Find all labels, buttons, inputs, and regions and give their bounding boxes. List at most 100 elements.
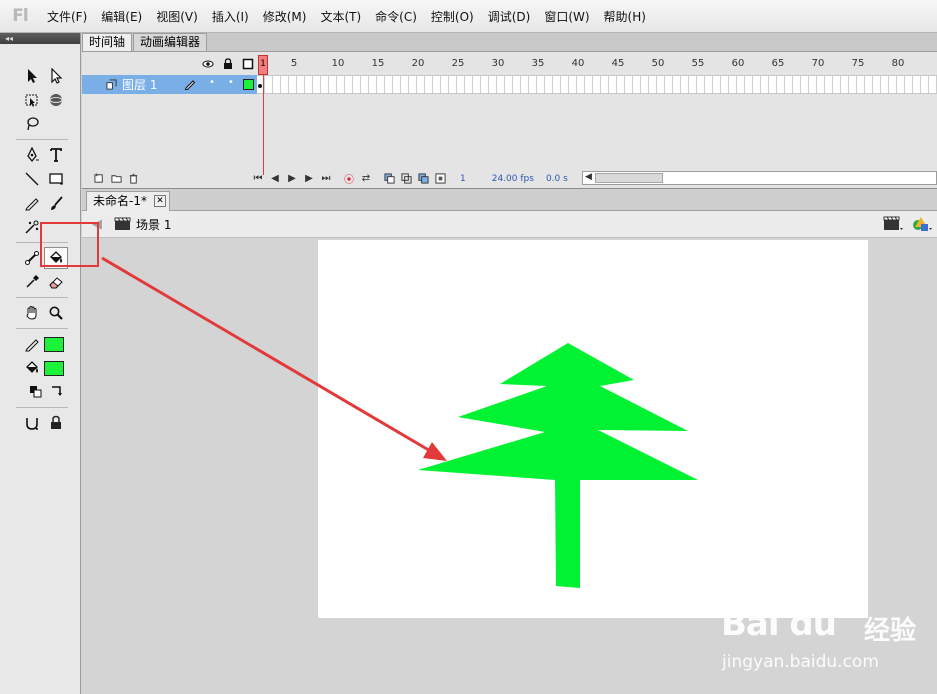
free-transform-tool-icon[interactable]	[20, 89, 44, 111]
tab-timeline[interactable]: 时间轴	[82, 33, 133, 51]
watermark-url: jingyan.baidu.com	[722, 652, 879, 672]
keyframe-marker[interactable]	[258, 84, 262, 88]
swap-colors-icon[interactable]	[48, 381, 64, 403]
ruler-number: 60	[731, 58, 745, 69]
tool-row-eyedropper-eraser	[0, 270, 80, 294]
stroke-color-swatch[interactable]	[44, 336, 64, 352]
elapsed-time: 0.0 s	[545, 173, 568, 184]
menu-commands[interactable]: 命令(C)	[368, 8, 424, 25]
layer-outline-color-icon[interactable]	[243, 79, 254, 90]
playhead[interactable]: 1	[258, 55, 268, 75]
pencil-tool-icon[interactable]	[20, 192, 44, 214]
onion-markers-icon[interactable]	[433, 172, 447, 186]
zoom-tool-icon[interactable]	[44, 302, 68, 324]
menu-debug[interactable]: 调试(D)	[481, 8, 538, 25]
menu-bar: Fl 文件(F) 编辑(E) 视图(V) 插入(I) 修改(M) 文本(T) 命…	[0, 0, 937, 33]
ruler-number: 25	[451, 58, 465, 69]
scene-name[interactable]: 场景 1	[136, 216, 171, 233]
step-back-icon[interactable]: ◀	[268, 172, 282, 186]
delete-layer-icon[interactable]	[126, 172, 140, 186]
menu-edit[interactable]: 编辑(E)	[94, 8, 149, 25]
stage-canvas[interactable]	[318, 240, 868, 618]
layer-buttons	[92, 172, 143, 186]
edit-bar: ◀ 场景 1	[82, 211, 937, 238]
hand-tool-icon[interactable]	[20, 302, 44, 324]
tool-row-hand-zoom	[0, 301, 80, 325]
eraser-tool-icon[interactable]	[44, 271, 68, 293]
ruler-number: 80	[891, 58, 905, 69]
tools-grip	[0, 44, 80, 64]
menu-text[interactable]: 文本(T)	[313, 8, 368, 25]
lock-fill-icon[interactable]	[44, 412, 68, 434]
tree-shape[interactable]	[418, 343, 698, 588]
ruler-number: 70	[811, 58, 825, 69]
layer-name[interactable]: 图层 1	[122, 76, 157, 93]
menu-view[interactable]: 视图(V)	[149, 8, 205, 25]
watermark-brand: 经验	[864, 616, 917, 646]
subselection-tool-icon[interactable]	[44, 65, 68, 87]
onion-skin-icon[interactable]	[382, 172, 396, 186]
3d-rotation-tool-icon[interactable]	[44, 89, 68, 111]
document-tab[interactable]: 未命名-1* ✕	[86, 191, 170, 211]
current-frame[interactable]: 1	[460, 174, 466, 184]
black-white-icon[interactable]	[24, 381, 48, 403]
timeline-scroll-thumb[interactable]	[595, 173, 663, 183]
eyedropper-tool-icon[interactable]	[20, 271, 44, 293]
unlocked-dot-icon[interactable]: •	[228, 77, 234, 88]
edit-bar-right	[883, 215, 933, 236]
layer-name-cell[interactable]: 图层 1 • •	[82, 75, 257, 94]
edit-symbols-icon[interactable]	[911, 215, 933, 236]
tool-row-selection	[0, 64, 80, 88]
fill-color-icon	[20, 357, 44, 379]
ruler-number: 5	[290, 58, 298, 69]
line-tool-icon[interactable]	[20, 168, 44, 190]
ruler-number: 75	[851, 58, 865, 69]
play-icon[interactable]: ▶	[285, 172, 299, 186]
lock-layers-icon[interactable]	[222, 58, 234, 70]
first-frame-icon[interactable]: ⏮	[251, 172, 265, 186]
edit-multiple-frames-icon[interactable]	[416, 172, 430, 186]
frame-rate[interactable]: 24.00 fps	[492, 174, 534, 184]
step-forward-icon[interactable]: ▶	[302, 172, 316, 186]
frame-ruler[interactable]: 1 5 10 15 20 25 30 35 40 45 50 55 60 65 …	[257, 53, 937, 75]
new-folder-icon[interactable]	[109, 172, 123, 186]
new-layer-icon[interactable]	[92, 172, 106, 186]
layer-icon	[106, 79, 117, 93]
tab-motion-editor[interactable]: 动画编辑器	[133, 33, 208, 51]
selection-tool-icon[interactable]	[20, 65, 44, 87]
tool-options-row	[0, 411, 80, 435]
outline-toggle-icon[interactable]	[242, 58, 254, 70]
app-logo: Fl	[12, 6, 28, 26]
menu-help[interactable]: 帮助(H)	[597, 8, 653, 25]
center-frame-icon[interactable]: ⦿	[342, 172, 356, 186]
brush-tool-icon[interactable]	[44, 192, 68, 214]
frame-cells[interactable]	[257, 75, 937, 94]
text-tool-icon[interactable]	[44, 144, 68, 166]
rectangle-tool-icon[interactable]	[44, 168, 68, 190]
tools-panel-header[interactable]: ◂◂	[0, 33, 80, 44]
tool-row-line-rect	[0, 167, 80, 191]
snap-to-objects-icon[interactable]	[20, 412, 44, 434]
scene-clapper-icon	[114, 217, 132, 231]
menu-control[interactable]: 控制(O)	[424, 8, 481, 25]
pen-tool-icon[interactable]	[20, 144, 44, 166]
menu-modify[interactable]: 修改(M)	[256, 8, 314, 25]
tool-separator	[16, 297, 68, 298]
visible-dot-icon[interactable]: •	[209, 77, 215, 88]
ruler-number: 20	[411, 58, 425, 69]
menu-insert[interactable]: 插入(I)	[205, 8, 256, 25]
menu-window[interactable]: 窗口(W)	[537, 8, 596, 25]
tree-drawing[interactable]	[318, 240, 868, 618]
last-frame-icon[interactable]: ⏭	[319, 172, 333, 186]
menu-file[interactable]: 文件(F)	[40, 8, 94, 25]
scroll-left-icon[interactable]: ◀	[585, 172, 592, 182]
layer-row[interactable]: 图层 1 • •	[82, 75, 937, 94]
loop-icon[interactable]: ⇄	[359, 172, 373, 186]
fill-color-swatch[interactable]	[44, 360, 64, 376]
show-hide-eye-icon[interactable]	[202, 58, 214, 70]
timeline-scrollbar[interactable]: ◀	[582, 171, 937, 185]
edit-scene-icon[interactable]	[883, 215, 903, 236]
lasso-tool-icon[interactable]	[20, 113, 44, 135]
onion-outlines-icon[interactable]	[399, 172, 413, 186]
close-icon[interactable]: ✕	[153, 195, 166, 207]
